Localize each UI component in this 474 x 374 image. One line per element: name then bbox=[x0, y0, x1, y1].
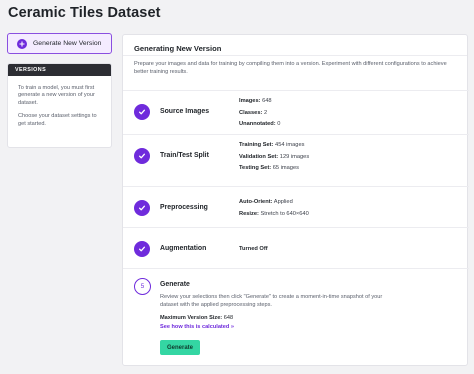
detail-key: Validation Set: bbox=[239, 153, 279, 160]
max-version-size-value: 648 bbox=[223, 315, 234, 321]
step-details: Turned Off bbox=[239, 244, 268, 256]
step-details: Images: 648 Classes: 2 Unannotated: 0 bbox=[239, 96, 280, 131]
detail-key: Unannotated: bbox=[239, 121, 276, 128]
check-icon bbox=[134, 148, 150, 164]
card-description: Prepare your images and data for trainin… bbox=[134, 61, 447, 75]
step-details: Auto-Orient: Applied Resize: Stretch to … bbox=[239, 197, 309, 220]
versions-info-text: To train a model, you must first generat… bbox=[18, 85, 95, 106]
max-version-size: Maximum Version Size: 648 bbox=[160, 315, 233, 321]
plus-icon bbox=[17, 38, 27, 49]
card-title: Generating New Version bbox=[134, 44, 222, 53]
step-preprocessing[interactable]: Preprocessing Auto-Orient: Applied Resiz… bbox=[123, 186, 469, 230]
detail-value: Stretch to 640×640 bbox=[260, 210, 309, 217]
check-icon bbox=[134, 200, 150, 216]
detail-value: Applied bbox=[273, 199, 293, 205]
detail-value: 454 images bbox=[275, 142, 305, 148]
detail-value: 129 images bbox=[279, 153, 310, 160]
step-label: Source Images bbox=[160, 108, 210, 115]
step-number: 5 bbox=[134, 278, 151, 295]
detail-value: 0 bbox=[277, 121, 281, 128]
generate-title: Generate bbox=[160, 281, 190, 288]
versions-header: VERSIONS bbox=[8, 64, 111, 76]
divider bbox=[123, 55, 467, 56]
detail-key: Images: bbox=[239, 98, 261, 104]
check-icon bbox=[134, 104, 150, 120]
detail-key: Turned Off bbox=[239, 246, 268, 252]
page-title: Ceramic Tiles Dataset bbox=[8, 5, 161, 21]
generate-description: Review your selections then click "Gener… bbox=[160, 294, 383, 308]
detail-key: Auto-Orient: bbox=[239, 199, 273, 205]
step-generate: 5 Generate Review your selections then c… bbox=[123, 268, 469, 367]
max-version-size-label: Maximum Version Size: bbox=[160, 315, 223, 321]
detail-value: 2 bbox=[264, 109, 268, 116]
generate-button[interactable]: Generate bbox=[160, 340, 200, 355]
step-augmentation[interactable]: Augmentation Turned Off bbox=[123, 227, 469, 271]
detail-key: Testing Set: bbox=[239, 165, 272, 172]
step-label: Train/Test Split bbox=[160, 152, 209, 159]
step-train-test-split[interactable]: Train/Test Split Training Set: 454 image… bbox=[123, 134, 469, 178]
versions-hint-text: Choose your dataset settings to get star… bbox=[18, 113, 97, 127]
step-source-images[interactable]: Source Images Images: 648 Classes: 2 Una… bbox=[123, 90, 469, 134]
calculation-info-link[interactable]: See how this is calculated » bbox=[160, 324, 234, 330]
step-label: Augmentation bbox=[160, 245, 207, 252]
detail-key: Resize: bbox=[239, 210, 259, 217]
detail-key: Classes: bbox=[239, 109, 263, 116]
generate-new-version-label: Generate New Version bbox=[33, 40, 102, 47]
detail-value: 65 images bbox=[272, 165, 299, 172]
versions-panel: VERSIONS To train a model, you must firs… bbox=[7, 63, 112, 148]
generate-new-version-button[interactable]: Generate New Version bbox=[7, 33, 112, 54]
detail-key: Training Set: bbox=[239, 142, 274, 148]
check-icon bbox=[134, 241, 150, 257]
step-label: Preprocessing bbox=[160, 204, 208, 211]
detail-value: 648 bbox=[262, 98, 272, 104]
step-details: Training Set: 454 images Validation Set:… bbox=[239, 140, 309, 175]
generate-version-card: Generating New Version Prepare your imag… bbox=[122, 34, 469, 367]
